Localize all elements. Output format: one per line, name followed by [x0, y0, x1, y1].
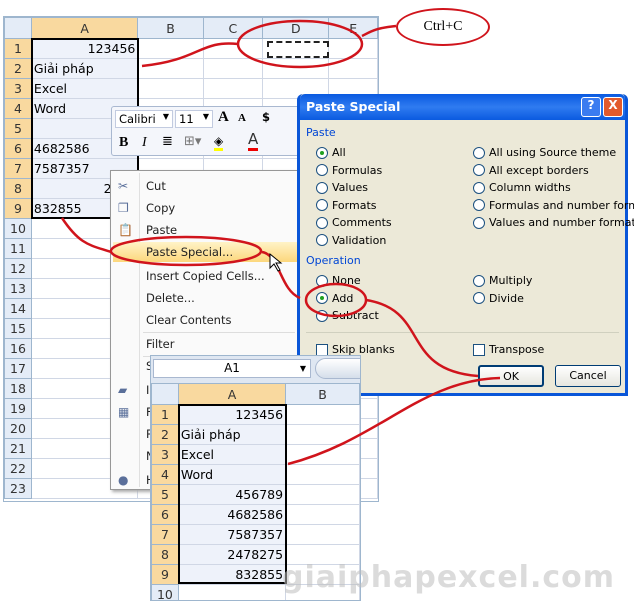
arrow-to-result [287, 376, 501, 466]
arrow-to-paste-special [60, 217, 112, 254]
highlight-ellipse-copied-cell [236, 19, 364, 69]
callout-connector [361, 24, 397, 38]
mouse-cursor-icon [269, 252, 283, 272]
annotation-layer [60, 19, 501, 466]
arrow-to-ok [365, 298, 479, 378]
highlight-ellipse-paste-special [109, 235, 263, 267]
highlight-ellipse-add [304, 282, 368, 318]
arrow-to-add [261, 250, 301, 300]
arrow-to-source [141, 42, 239, 68]
